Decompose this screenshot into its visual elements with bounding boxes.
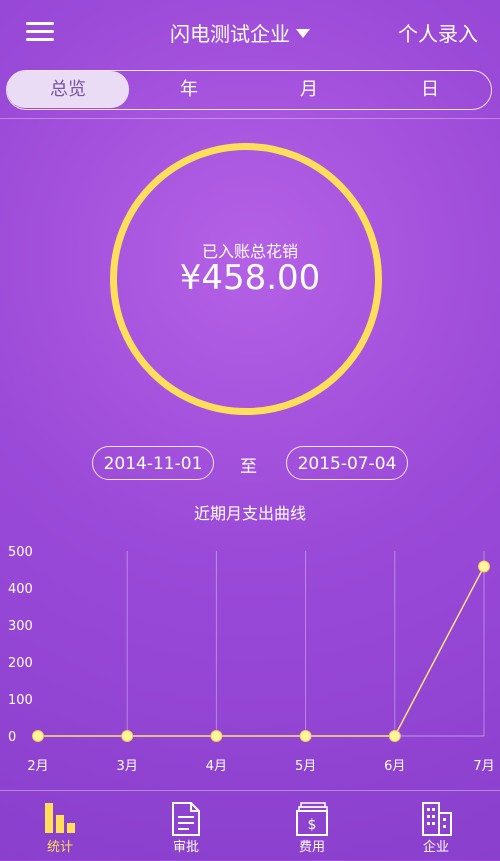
- data-point: [388, 730, 401, 742]
- y-tick-label: 300: [8, 619, 33, 634]
- x-tick-label: 6月: [384, 759, 405, 774]
- x-tick-label: 7月: [473, 759, 494, 774]
- monthly-expense-chart: 0 100 200 300 400 500 2月 3月 4月 5月 6月 7月: [8, 545, 495, 774]
- y-tick-label: 500: [8, 545, 33, 560]
- nav-statistics-label: 统计: [46, 840, 73, 855]
- tab-year[interactable]: 年: [129, 71, 249, 108]
- date-separator: 至: [240, 457, 257, 477]
- x-tick-label: 5月: [295, 759, 316, 774]
- data-point: [210, 730, 223, 742]
- tab-day[interactable]: 日: [369, 71, 491, 108]
- period-tabs: 总览 年 月 日: [6, 70, 492, 110]
- tab-overview[interactable]: 总览: [7, 71, 129, 108]
- series-line: [38, 566, 485, 737]
- x-tick-label: 3月: [117, 759, 138, 774]
- nav-approval-label: 审批: [172, 840, 199, 855]
- nav-expense[interactable]: $ 费用: [272, 791, 352, 861]
- summary-amount: ¥458.00: [179, 258, 321, 298]
- money-icon: $: [296, 802, 328, 836]
- company-name: 闪电测试企业: [170, 22, 290, 46]
- personal-entry-button[interactable]: 个人录入: [398, 18, 478, 47]
- x-tick-label: 2月: [27, 759, 48, 774]
- data-point: [121, 730, 134, 742]
- nav-enterprise-label: 企业: [422, 840, 449, 855]
- nav-expense-label: 费用: [298, 840, 325, 855]
- bottom-nav: 统计 审批 $ 费用 企业: [0, 790, 500, 861]
- x-tick-label: 4月: [206, 759, 227, 774]
- chart-title: 近期月支出曲线: [193, 504, 306, 523]
- nav-statistics[interactable]: 统计: [20, 791, 100, 861]
- nav-enterprise[interactable]: 企业: [396, 791, 476, 861]
- data-point: [32, 730, 44, 742]
- data-point: [299, 730, 312, 742]
- data-point: [478, 560, 490, 573]
- end-date-button[interactable]: 2015-07-04: [286, 446, 408, 480]
- divider: [0, 118, 500, 119]
- header: 闪电测试企业 个人录入: [0, 0, 500, 64]
- svg-text:$: $: [308, 817, 317, 833]
- bar-chart-icon: [45, 803, 75, 833]
- menu-icon[interactable]: [26, 22, 54, 42]
- document-icon: [172, 802, 200, 836]
- y-tick-label: 200: [8, 656, 33, 671]
- company-selector[interactable]: 闪电测试企业: [170, 18, 310, 47]
- start-date-button[interactable]: 2014-11-01: [92, 446, 214, 480]
- caret-down-icon: [296, 29, 310, 38]
- y-tick-label: 0: [8, 730, 16, 745]
- building-icon: [422, 802, 452, 836]
- tab-month[interactable]: 月: [249, 71, 369, 108]
- y-tick-label: 100: [8, 693, 33, 708]
- nav-approval[interactable]: 审批: [146, 791, 226, 861]
- y-tick-label: 400: [8, 582, 33, 597]
